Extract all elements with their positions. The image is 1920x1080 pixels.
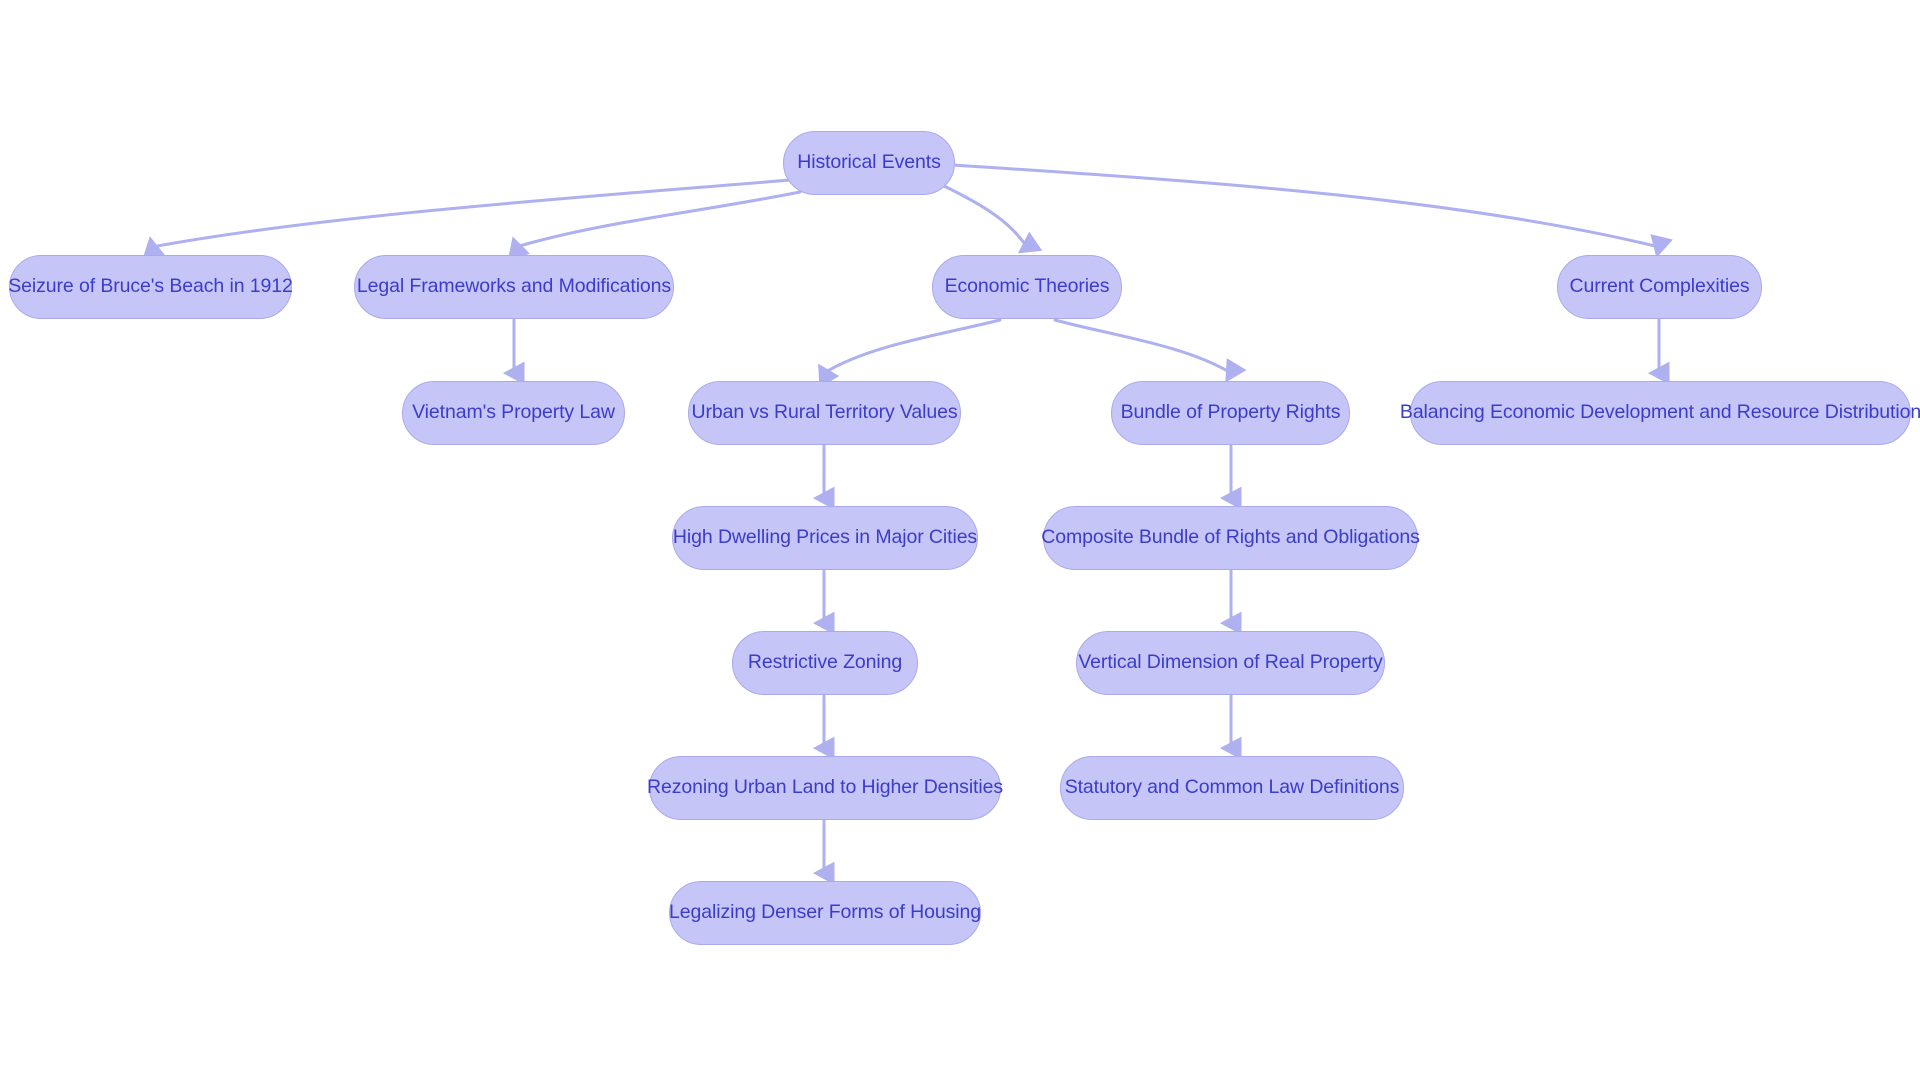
node-label-current-complexities: Current Complexities <box>1569 275 1750 298</box>
edge-historical-events-to-seizure-bruces-beach <box>142 178 792 260</box>
node-label-urban-vs-rural: Urban vs Rural Territory Values <box>691 401 958 424</box>
node-label-composite-bundle: Composite Bundle of Rights and Obligatio… <box>1041 526 1420 549</box>
node-label-vietnams-property-law: Vietnam's Property Law <box>412 401 615 424</box>
edge-economic-theories-to-bundle-property-rights <box>1053 318 1247 383</box>
node-current-complexities[interactable]: Current Complexities <box>1557 255 1762 319</box>
edge-historical-events-to-economic-theories <box>942 184 1043 254</box>
node-label-seizure-bruces-beach: Seizure of Bruce's Beach in 1912 <box>8 275 293 298</box>
node-seizure-bruces-beach[interactable]: Seizure of Bruce's Beach in 1912 <box>8 255 293 319</box>
node-label-legalizing-denser: Legalizing Denser Forms of Housing <box>669 901 981 924</box>
node-legal-frameworks[interactable]: Legal Frameworks and Modifications <box>354 255 674 319</box>
node-balancing-economic[interactable]: Balancing Economic Development and Resou… <box>1400 381 1920 445</box>
node-label-balancing-economic: Balancing Economic Development and Resou… <box>1399 401 1920 424</box>
node-label-legal-frameworks: Legal Frameworks and Modifications <box>356 275 672 298</box>
node-bundle-property-rights[interactable]: Bundle of Property Rights <box>1111 381 1350 445</box>
node-statutory-common-law[interactable]: Statutory and Common Law Definitions <box>1060 756 1404 820</box>
edge-historical-events-to-current-complexities <box>951 163 1673 258</box>
edge-economic-theories-to-urban-vs-rural <box>818 318 1002 389</box>
node-economic-theories[interactable]: Economic Theories <box>932 255 1122 319</box>
node-label-bundle-property-rights: Bundle of Property Rights <box>1120 401 1341 424</box>
node-label-restrictive-zoning: Restrictive Zoning <box>747 651 903 674</box>
node-rezoning-urban-land[interactable]: Rezoning Urban Land to Higher Densities <box>647 756 1003 820</box>
node-legalizing-denser[interactable]: Legalizing Denser Forms of Housing <box>669 881 981 945</box>
node-label-statutory-common-law: Statutory and Common Law Definitions <box>1064 776 1400 799</box>
node-urban-vs-rural[interactable]: Urban vs Rural Territory Values <box>688 381 961 445</box>
edge-historical-events-to-legal-frameworks <box>507 190 802 261</box>
node-high-dwelling-prices[interactable]: High Dwelling Prices in Major Cities <box>672 506 978 570</box>
node-vertical-dimension[interactable]: Vertical Dimension of Real Property <box>1076 631 1385 695</box>
node-composite-bundle[interactable]: Composite Bundle of Rights and Obligatio… <box>1041 506 1420 570</box>
flowchart-canvas: Historical Events Seizure of Bruce's Beac… <box>0 0 1920 1080</box>
node-label-rezoning-urban-land: Rezoning Urban Land to Higher Densities <box>647 776 1003 799</box>
node-vietnams-property-law[interactable]: Vietnam's Property Law <box>402 381 625 445</box>
node-label-historical-events: Historical Events <box>797 151 941 174</box>
node-historical-events[interactable]: Historical Events <box>783 131 955 195</box>
node-label-vertical-dimension: Vertical Dimension of Real Property <box>1078 651 1383 674</box>
node-label-economic-theories: Economic Theories <box>944 275 1110 298</box>
node-label-high-dwelling-prices: High Dwelling Prices in Major Cities <box>672 526 978 549</box>
node-restrictive-zoning[interactable]: Restrictive Zoning <box>732 631 918 695</box>
